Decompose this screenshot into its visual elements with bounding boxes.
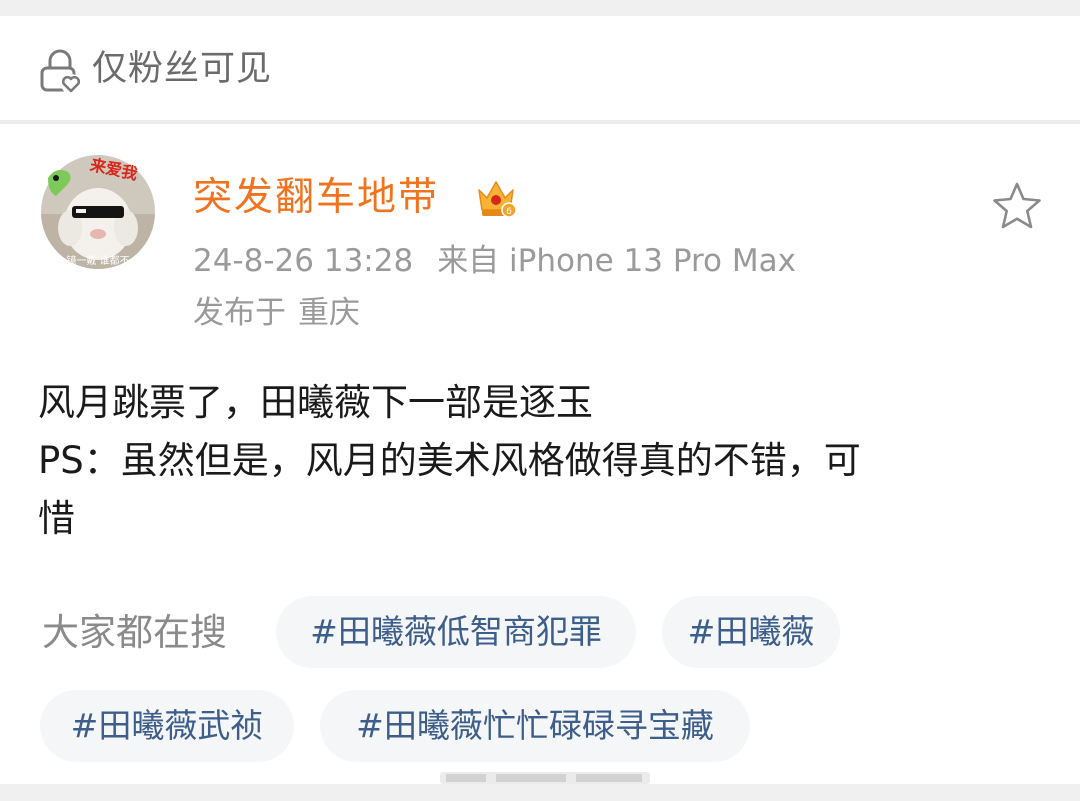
search-chip[interactable]: #田曦薇武祯 bbox=[40, 690, 294, 762]
post-card: 来爱我 镜一戴 谁都不 突发翻车地带 6 24-8-26 13:28 来自 iPh… bbox=[0, 124, 1080, 784]
lock-heart-icon bbox=[40, 49, 81, 94]
post-timestamp: 24-8-26 13:28 bbox=[193, 243, 414, 279]
post-source: 来自 iPhone 13 Pro Max bbox=[437, 243, 796, 279]
location-city: 重庆 bbox=[298, 295, 360, 331]
watermark bbox=[440, 772, 650, 784]
favorite-star-icon[interactable] bbox=[990, 180, 1044, 232]
author-name[interactable]: 突发翻车地带 bbox=[193, 172, 439, 224]
post-body-line: PS：虽然但是，风月的美术风格做得真的不错，可 bbox=[38, 439, 861, 482]
search-chip[interactable]: #田曦薇 bbox=[662, 596, 840, 668]
avatar[interactable]: 来爱我 镜一戴 谁都不 bbox=[40, 154, 156, 270]
top-strip bbox=[0, 0, 1080, 16]
post-body-line: 惜 bbox=[38, 497, 75, 540]
post-body-line: 风月跳票了，田曦薇下一部是逐玉 bbox=[38, 381, 593, 424]
crown-icon[interactable]: 6 bbox=[473, 174, 519, 220]
post-body: 风月跳票了，田曦薇下一部是逐玉 PS：虽然但是，风月的美术风格做得真的不错，可 … bbox=[38, 374, 1050, 548]
search-chip[interactable]: #田曦薇忙忙碌碌寻宝藏 bbox=[320, 690, 750, 762]
svg-text:6: 6 bbox=[506, 207, 512, 217]
location-prefix: 发布于 bbox=[193, 295, 286, 331]
visibility-bar: 仅粉丝可见 bbox=[0, 16, 1080, 120]
trending-search-label: 大家都在搜 bbox=[42, 611, 227, 654]
visibility-label: 仅粉丝可见 bbox=[92, 49, 273, 89]
avatar-caption: 镜一戴 谁都不 bbox=[66, 254, 129, 267]
search-chip[interactable]: #田曦薇低智商犯罪 bbox=[276, 596, 636, 668]
post-location: 发布于 重庆 bbox=[193, 292, 360, 334]
post-meta: 24-8-26 13:28 来自 iPhone 13 Pro Max bbox=[193, 240, 796, 282]
